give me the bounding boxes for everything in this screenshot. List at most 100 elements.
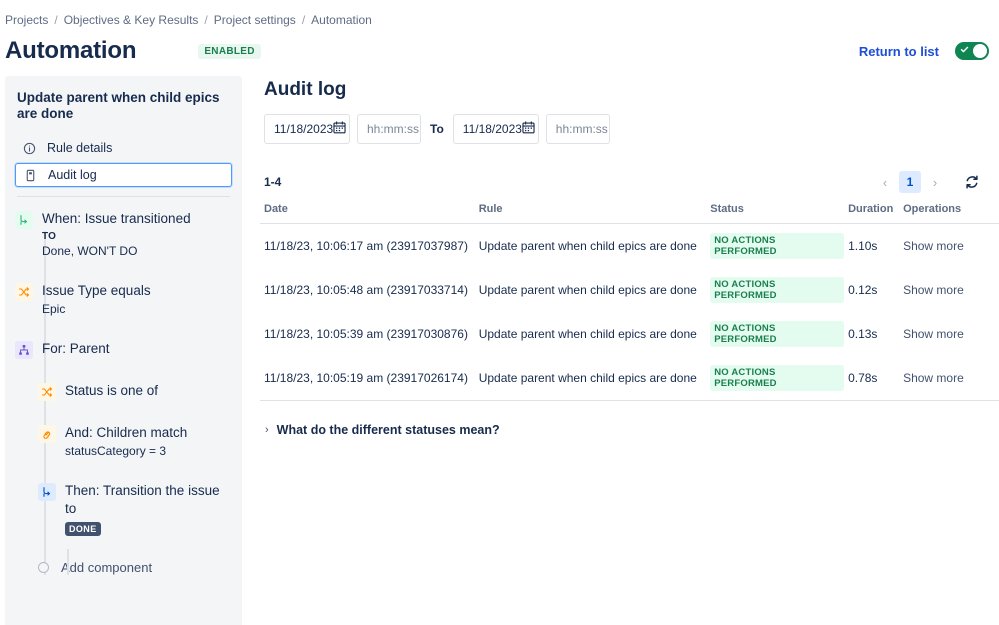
- pagination: ‹ 1 ›: [876, 171, 981, 193]
- pagination-next-button[interactable]: ›: [926, 172, 944, 192]
- rule-component[interactable]: And: Children match statusCategory = 3: [38, 424, 232, 459]
- column-header-date: Date: [260, 203, 475, 224]
- cell-duration: 0.78s: [844, 356, 900, 401]
- calendar-icon[interactable]: [333, 121, 346, 137]
- cell-duration: 1.10s: [848, 239, 878, 253]
- show-more-link[interactable]: Show more: [903, 283, 964, 297]
- date-filter-bar: 11/18/2023 hh:mm:ss To 11/18/2023 hh:mm:…: [260, 114, 999, 144]
- shuffle-condition-icon: [15, 283, 33, 301]
- rule-component-title: When: Issue transitioned: [42, 211, 191, 226]
- rule-component[interactable]: For: Parent: [15, 340, 232, 359]
- column-header-duration: Duration: [844, 203, 900, 224]
- show-more-link[interactable]: Show more: [903, 327, 964, 341]
- return-to-list-link[interactable]: Return to list: [859, 44, 939, 59]
- rule-component[interactable]: When: Issue transitioned TO Done, WON'T DO: [15, 210, 232, 259]
- cell-status: NO ACTIONS PERFORMED: [706, 312, 845, 356]
- rule-enabled-toggle[interactable]: [955, 42, 989, 60]
- table-row: 11/18/23, 10:05:39 am (23917030876) Updat…: [260, 312, 999, 356]
- audit-log-panel: Audit log 11/18/2023 hh:mm:ss To 11/18/2…: [242, 76, 999, 625]
- cell-date: 11/18/23, 10:05:48 am (23917033714): [264, 283, 468, 297]
- status-badge: NO ACTIONS PERFORMED: [710, 365, 845, 391]
- show-more-link[interactable]: Show more: [903, 371, 964, 385]
- chevron-right-icon: ›: [265, 424, 269, 436]
- transition-arrow-icon: [15, 211, 33, 229]
- refresh-icon[interactable]: [963, 173, 981, 191]
- cell-status: NO ACTIONS PERFORMED: [706, 356, 845, 401]
- link-chain-icon: [38, 425, 56, 443]
- sidebar-item-audit-log[interactable]: Audit log: [15, 163, 232, 187]
- transition-arrow-icon: [38, 483, 56, 501]
- status-badge: NO ACTIONS PERFORMED: [710, 321, 845, 347]
- cell-date: 11/18/23, 10:05:19 am (23917026174): [260, 356, 475, 401]
- status-badge: ENABLED: [198, 43, 261, 59]
- rule-component-subtext: Done, WON'T DO: [42, 244, 138, 258]
- from-date-value: 11/18/2023: [274, 122, 334, 136]
- sidebar-item-label: Rule details: [47, 141, 113, 155]
- table-header-row: Date Rule Status Duration Operations: [260, 203, 999, 224]
- from-time-placeholder: hh:mm:ss: [367, 122, 420, 136]
- cell-rule: Update parent when child epics are done: [478, 239, 697, 253]
- from-date-input[interactable]: 11/18/2023: [264, 114, 350, 144]
- cell-operations: Show more: [899, 356, 999, 401]
- sidebar-nav: Rule details Audit log: [15, 136, 232, 187]
- rule-component-title: Then: Transition the issue to: [65, 483, 220, 516]
- results-toolbar: 1-4 ‹ 1 ›: [260, 171, 999, 193]
- to-date-input[interactable]: 11/18/2023: [452, 114, 539, 144]
- statuses-explainer-expander[interactable]: › What do the different statuses mean?: [260, 423, 999, 437]
- from-time-input[interactable]: hh:mm:ss: [357, 114, 421, 144]
- to-label: To: [430, 122, 444, 136]
- to-date-value: 11/18/2023: [462, 122, 522, 136]
- rule-component-tree: When: Issue transitioned TO Done, WON'T DO…: [15, 197, 232, 575]
- cell-status: NO ACTIONS PERFORMED: [706, 224, 845, 269]
- cell-duration: 0.13s: [848, 327, 878, 341]
- status-badge: NO ACTIONS PERFORMED: [710, 277, 845, 303]
- breadcrumb-item-0[interactable]: Projects: [5, 13, 48, 27]
- cell-status: NO ACTIONS PERFORMED: [706, 268, 845, 312]
- info-circle-icon: [23, 142, 36, 155]
- header-actions: Return to list: [859, 42, 989, 60]
- page-layout: Update parent when child epics are done …: [0, 69, 999, 625]
- pagination-page-1[interactable]: 1: [899, 171, 921, 193]
- column-header-operations: Operations: [899, 203, 999, 224]
- rule-component[interactable]: Status is one of: [38, 382, 232, 401]
- branch-hierarchy-icon: [15, 341, 33, 359]
- pagination-prev-button[interactable]: ‹: [876, 172, 894, 192]
- rule-component-subtext: Epic: [42, 302, 66, 316]
- shuffle-condition-icon: [38, 383, 56, 401]
- show-more-link[interactable]: Show more: [903, 239, 964, 253]
- breadcrumb: Projects / Objectives & Key Results / Projec…: [0, 0, 999, 27]
- table-row: 11/18/23, 10:06:17 am (23917037987) Updat…: [260, 224, 999, 269]
- page-title: Automation: [5, 37, 137, 64]
- add-component-label: Add component: [61, 560, 153, 575]
- breadcrumb-item-2[interactable]: Project settings: [214, 13, 296, 27]
- cell-operations: Show more: [899, 224, 999, 269]
- table-row: 11/18/23, 10:05:19 am (23917026174) Updat…: [260, 356, 999, 401]
- cell-date: 11/18/23, 10:05:39 am (23917030876): [264, 327, 468, 341]
- breadcrumb-separator: /: [204, 13, 208, 27]
- cell-rule: Update parent when child epics are done: [478, 327, 697, 341]
- cell-operations: Show more: [899, 312, 999, 356]
- rule-sidebar: Update parent when child epics are done …: [5, 76, 242, 625]
- to-time-placeholder: hh:mm:ss: [555, 122, 608, 136]
- cell-rule: Update parent when child epics are done: [474, 356, 707, 401]
- cell-date: 11/18/23, 10:06:17 am (23917037987): [264, 239, 468, 253]
- breadcrumb-separator: /: [301, 13, 306, 27]
- cell-rule: Update parent when child epics are done: [478, 283, 697, 297]
- breadcrumb-item-3: Automation: [311, 13, 372, 27]
- breadcrumb-item-1[interactable]: Objectives & Key Results: [64, 13, 199, 27]
- table-row: 11/18/23, 10:05:48 am (23917033714) Updat…: [260, 268, 999, 312]
- document-icon: [24, 169, 37, 182]
- rule-component[interactable]: Then: Transition the issue to DONE: [38, 482, 232, 537]
- breadcrumb-separator: /: [54, 13, 58, 27]
- rule-component[interactable]: Issue Type equals Epic: [15, 282, 232, 317]
- rule-component-title: And: Children match: [65, 425, 188, 440]
- sidebar-item-rule-details[interactable]: Rule details: [15, 136, 232, 160]
- sidebar-item-label: Audit log: [48, 168, 97, 182]
- plus-circle-icon: [38, 562, 49, 573]
- results-count: 1-4: [264, 175, 282, 189]
- column-header-rule: Rule: [474, 203, 707, 224]
- calendar-icon[interactable]: [522, 121, 535, 137]
- to-time-input[interactable]: hh:mm:ss: [545, 114, 610, 144]
- check-icon: [960, 45, 969, 54]
- status-lozenge: DONE: [65, 522, 101, 536]
